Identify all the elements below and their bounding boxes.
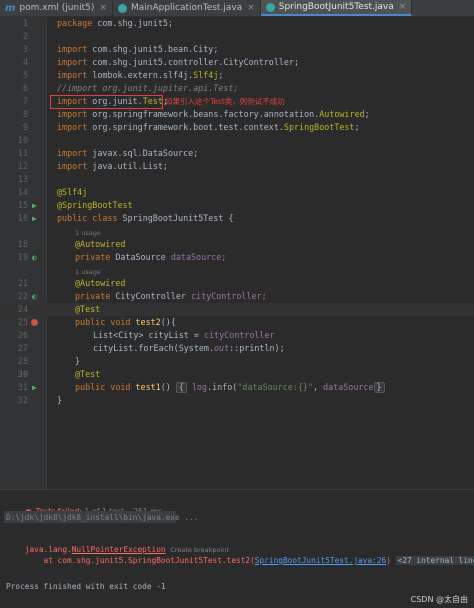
code-line: 24 @Test	[0, 303, 474, 316]
run-icon[interactable]: ▶	[32, 214, 41, 223]
tab-label: MainApplicationTest.java	[130, 3, 243, 13]
code-line: 2	[22, 31, 28, 41]
tab-main-application-test[interactable]: MainApplicationTest.java ×	[113, 0, 261, 16]
fold-marker[interactable]: }	[373, 382, 385, 393]
code-line: 27 cityList.forEach(System.out::println);	[17, 343, 285, 353]
close-icon[interactable]: ×	[399, 2, 407, 12]
code-line: 31 ▶ public void test1() { log.info("dataS…	[0, 381, 474, 394]
code-line: 10	[17, 135, 28, 145]
code-line: 16 ▶ public class SpringBootJunit5Test {	[17, 213, 234, 223]
code-line: 5 import lombok.extern.slf4j.Slf4j;	[22, 70, 224, 80]
code-line: 15 ▶ @SpringBootTest	[17, 200, 133, 210]
code-line: 30 @Test	[17, 369, 101, 379]
source-link[interactable]: SpringBootJunit5Test.java:26	[255, 556, 386, 565]
tab-pom-xml[interactable]: m pom.xml (junit5) ×	[0, 0, 113, 16]
run-panel: Tests failed: 1 of 1 test – 251 ms D:\jd…	[0, 489, 474, 608]
code-line: 26 List<City> cityList = cityController	[17, 330, 275, 340]
code-line: 4 import com.shg.junit5.controller.CityCo…	[22, 57, 300, 67]
code-line: 3 import com.shg.junit5.bean.City;	[22, 44, 219, 54]
code-line: 22 ◐ private CityController cityController…	[17, 291, 267, 301]
code-line: 12 import java.util.List;	[17, 161, 168, 171]
tab-label: pom.xml (junit5)	[19, 3, 95, 13]
maven-icon: m	[5, 2, 16, 14]
process-finished: Process finished with exit code -1	[6, 582, 166, 591]
code-line: 21 @Autowired	[17, 278, 126, 288]
editor-tab-bar: m pom.xml (junit5) × MainApplicationTest…	[0, 0, 474, 17]
bean-icon[interactable]: ◐	[32, 253, 41, 262]
highlight-box	[50, 95, 163, 109]
tab-label: SpringBootJunit5Test.java	[278, 2, 394, 12]
close-icon[interactable]: ×	[247, 3, 255, 13]
class-icon	[265, 2, 275, 12]
code-line: 19 ◐ private DataSource dataSource;	[17, 252, 227, 262]
tab-springboot-junit5-test[interactable]: SpringBootJunit5Test.java ×	[260, 0, 413, 16]
internal-lines-chip[interactable]: <27 internal lines>	[395, 556, 474, 565]
stacktrace-line: at com.shg.junit5.SpringBootJunit5Test.t…	[6, 547, 474, 574]
code-line: 25 public void test2(){	[17, 317, 176, 327]
code-line: 14 @Slf4j	[17, 187, 88, 197]
code-line: 9 import org.springframework.boot.test.co…	[22, 122, 360, 132]
bean-icon[interactable]: ◐	[32, 292, 41, 301]
code-line: 18 @Autowired	[17, 239, 126, 249]
code-line: 8 import org.springframework.beans.factor…	[22, 109, 370, 119]
code-editor[interactable]: 1 package com.shg.junit5; 2 3 import com.s…	[0, 17, 474, 489]
class-icon	[117, 3, 127, 13]
command-line[interactable]: D:\jdk\jdk8\jdk8_install\bin\java.exe ..…	[6, 513, 198, 522]
run-icon[interactable]: ▶	[32, 383, 41, 392]
run-icon[interactable]: ▶	[32, 201, 41, 210]
breakpoint-icon[interactable]	[31, 319, 38, 326]
annotation-note: 如果引入这个Test类，则测试不成功	[165, 97, 285, 106]
code-line: 13	[17, 174, 28, 184]
code-line: 6//import org.junit.jupiter.api.Test;	[22, 83, 239, 93]
code-line: 32}	[17, 395, 63, 405]
code-line: 28}	[17, 356, 81, 366]
close-icon[interactable]: ×	[99, 3, 107, 13]
code-line: 11 import javax.sql.DataSource;	[17, 148, 199, 158]
watermark: CSDN @太自由	[410, 595, 468, 604]
fold-marker[interactable]: {	[175, 382, 187, 393]
code-line: 1 package com.shg.junit5;	[22, 18, 173, 28]
